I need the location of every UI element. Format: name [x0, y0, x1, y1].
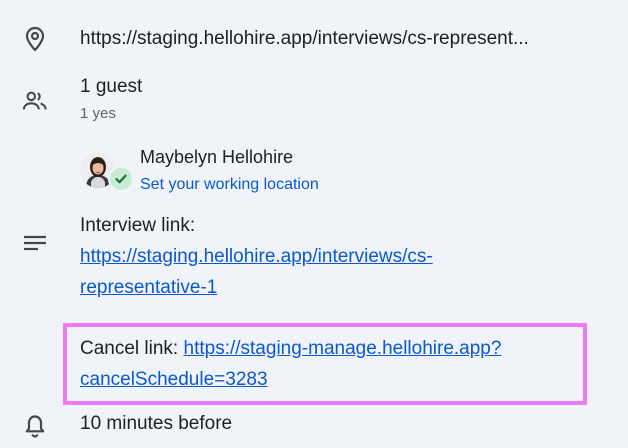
cancel-link-row: Cancel link: https://staging-manage.hell… [80, 338, 501, 360]
location-pin-icon [22, 26, 48, 52]
notes-icon [22, 230, 48, 256]
guest-name: Maybelyn Hellohire [140, 147, 294, 167]
set-working-location-link[interactable]: Set your working location [140, 176, 319, 194]
cancel-link-highlight [63, 323, 587, 405]
interview-link-line2[interactable]: representative-1 [80, 277, 217, 299]
interview-link-line1[interactable]: https://staging.hellohire.app/interviews… [80, 246, 433, 268]
cancel-link-line1[interactable]: https://staging-manage.hellohire.app? [184, 338, 502, 359]
guest-rsvp-summary: 1 yes [80, 105, 116, 122]
guest-count: 1 guest [80, 76, 143, 97]
location-text[interactable]: https://staging.hellohire.app/interviews… [80, 28, 529, 50]
check-icon [108, 166, 134, 192]
cancel-link-line2[interactable]: cancelSchedule=3283 [80, 369, 268, 391]
cancel-link-label: Cancel link: [80, 338, 184, 359]
bell-icon [22, 413, 48, 439]
interview-link-label: Interview link: [80, 215, 196, 236]
people-icon [22, 88, 48, 114]
notification-text[interactable]: 10 minutes before [80, 413, 232, 435]
